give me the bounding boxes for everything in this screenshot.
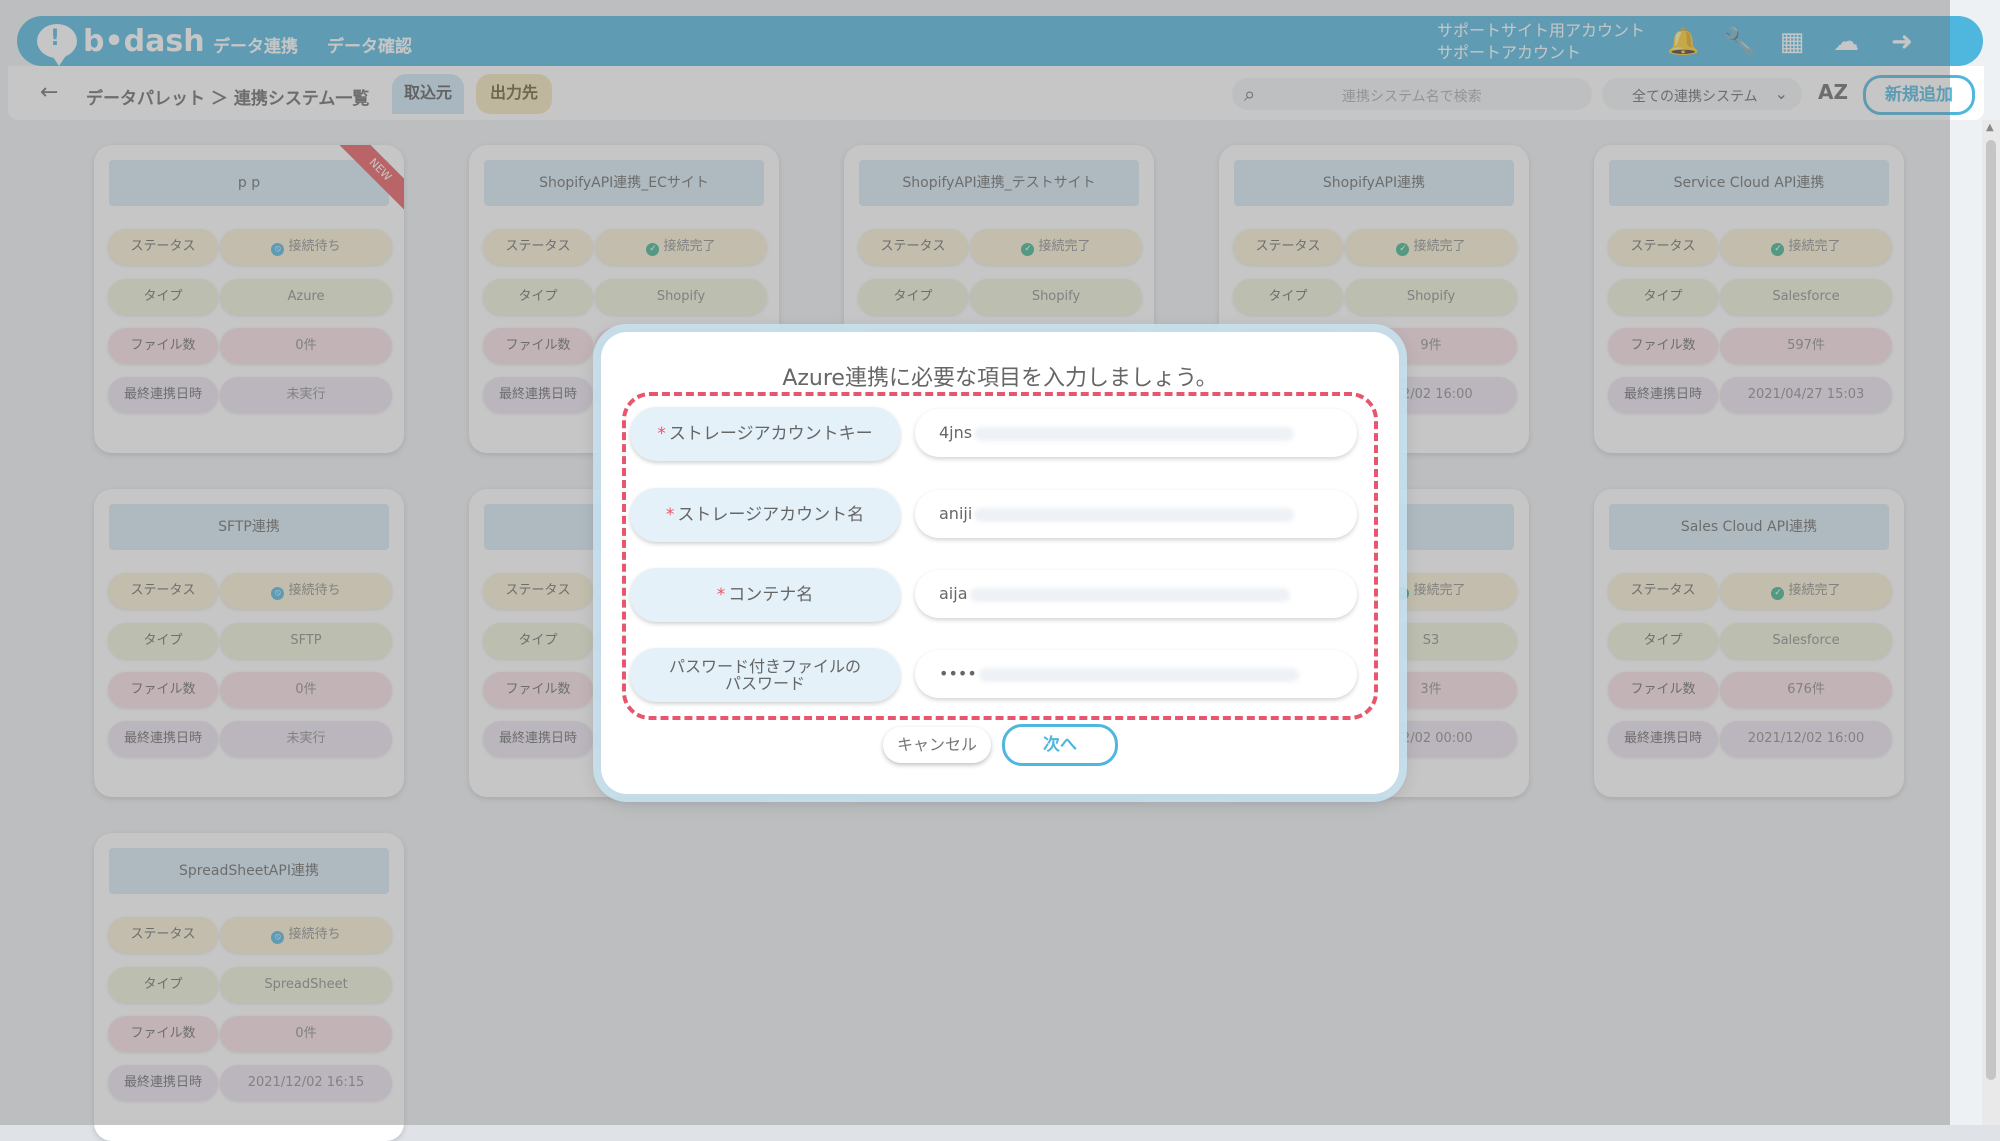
field-storage-account-key: * ストレージアカウントキー 4jns: [630, 407, 1368, 463]
field-label: * ストレージアカウントキー: [630, 407, 900, 461]
file-password-input[interactable]: ••••: [915, 650, 1357, 698]
next-button[interactable]: 次へ: [1002, 724, 1118, 766]
field-label: パスワード付きファイルの パスワード: [630, 648, 900, 702]
storage-account-key-input[interactable]: 4jns: [915, 409, 1357, 457]
cancel-button[interactable]: キャンセル: [883, 727, 991, 763]
scrollbar[interactable]: ▲: [1982, 120, 2000, 1125]
app-window: ! b•dash データ連携 データ確認 サポートサイト用アカウント サポートア…: [0, 0, 2000, 1141]
field-container-name: * コンテナ名 aija: [630, 568, 1368, 624]
field-label: * ストレージアカウント名: [630, 488, 900, 542]
scroll-up-icon[interactable]: ▲: [1986, 122, 1994, 133]
container-name-input[interactable]: aija: [915, 570, 1357, 618]
field-label: * コンテナ名: [630, 568, 900, 622]
scrollbar-thumb[interactable]: [1986, 140, 1996, 1080]
modal-title: Azure連携に必要な項目を入力しましょう。: [782, 366, 1218, 391]
storage-account-name-input[interactable]: aniji: [915, 490, 1357, 538]
azure-setup-modal: Azure連携に必要な項目を入力しましょう。: [601, 332, 1399, 794]
field-storage-account-name: * ストレージアカウント名 aniji: [630, 488, 1368, 544]
field-file-password: パスワード付きファイルの パスワード ••••: [630, 648, 1368, 704]
